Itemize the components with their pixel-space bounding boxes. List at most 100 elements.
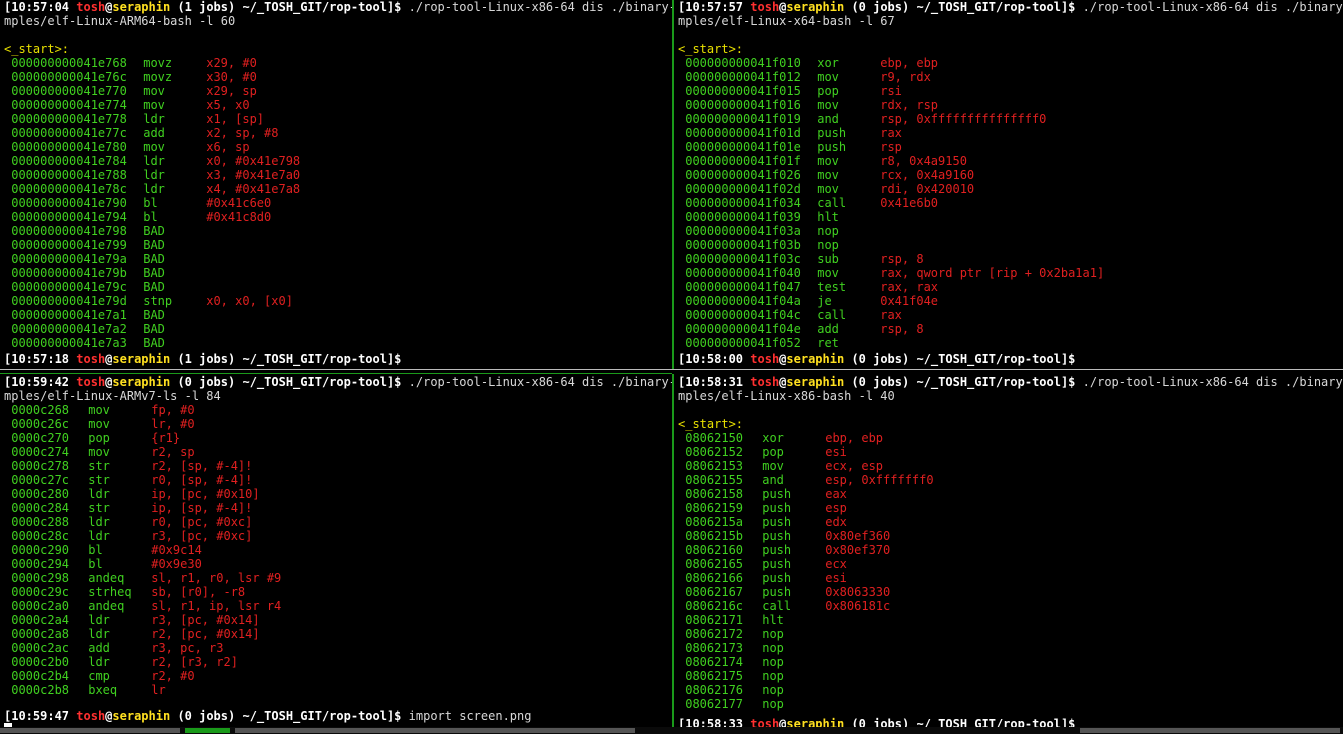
disasm-row: 000000000041e774 mov x5, x0 <box>0 98 672 112</box>
instruction-operands: esi <box>825 445 847 459</box>
instruction-operands: x5, x0 <box>206 98 250 112</box>
instruction-address: 000000000041f04c <box>685 308 801 322</box>
disasm-row: 000000000041f034 call 0x41e6b0 <box>674 196 1343 210</box>
instruction-operands: eax <box>825 487 847 501</box>
instruction-address: 000000000041e79b <box>11 266 127 280</box>
instruction-address: 08062166 <box>685 571 744 585</box>
instruction-mnemonic: hlt <box>762 613 784 627</box>
prompt-jobs: (0 jobs) <box>851 0 910 14</box>
instruction-address: 0806215b <box>685 529 744 543</box>
prompt-user: tosh <box>750 352 780 366</box>
instruction-operands: x0, #0x41e798 <box>206 154 301 168</box>
disasm-row: 0000c284 str ip, [sp, #-4]! <box>0 501 672 515</box>
prompt-host: seraphin <box>786 0 845 14</box>
instruction-operands: r2, [sp, #-4]! <box>151 459 253 473</box>
instruction-mnemonic: nop <box>762 655 784 669</box>
disasm-row: 0000c29c strheq sb, [r0], -r8 <box>0 585 672 599</box>
instruction-mnemonic: nop <box>817 238 839 252</box>
instruction-address: 08062158 <box>685 487 744 501</box>
command-prompt-line[interactable]: [10:57:04 tosh@seraphin (1 jobs) ~/_TOSH… <box>0 0 672 14</box>
instruction-operands: {r1} <box>151 431 181 445</box>
disasm-row: 08062175 nop <box>674 669 1343 683</box>
instruction-operands: lr <box>151 683 166 697</box>
prompt-time: [10:57:57 <box>678 0 744 14</box>
disasm-row: 000000000041f052 ret <box>674 336 1343 350</box>
instruction-mnemonic: bl <box>88 557 103 571</box>
disasm-row: 000000000041e76c movz x30, #0 <box>0 70 672 84</box>
instruction-mnemonic: BAD <box>143 308 165 322</box>
disasm-row: 000000000041f03a nop <box>674 224 1343 238</box>
status-segment <box>1080 728 1340 733</box>
instruction-mnemonic: add <box>143 126 165 140</box>
disasm-row: 000000000041f047 test rax, rax <box>674 280 1343 294</box>
prompt-line[interactable]: [10:58:00 tosh@seraphin (0 jobs) ~/_TOSH… <box>674 352 1343 366</box>
instruction-address: 000000000041e798 <box>11 224 127 238</box>
prompt-time: [10:58:00 <box>678 352 744 366</box>
vertical-pane-divider[interactable] <box>672 0 674 727</box>
prompt-time: [10:59:42 <box>4 375 70 389</box>
instruction-address: 000000000041f03a <box>685 224 801 238</box>
disasm-row: 08062150 xor ebp, ebp <box>674 431 1343 445</box>
instruction-address: 000000000041e79a <box>11 252 127 266</box>
prompt-line[interactable]: [10:59:47 tosh@seraphin (0 jobs) ~/_TOSH… <box>0 709 672 723</box>
disasm-row: 08062167 push 0x8063330 <box>674 585 1343 599</box>
prompt-line[interactable]: [10:58:33 tosh@seraphin (0 jobs) ~/_TOSH… <box>674 717 1343 727</box>
instruction-mnemonic: BAD <box>143 266 165 280</box>
disasm-row: 000000000041f04e add rsp, 8 <box>674 322 1343 336</box>
disasm-row: 0000c2b8 bxeq lr <box>0 683 672 697</box>
instruction-mnemonic: nop <box>762 641 784 655</box>
disasm-row: 000000000041e7a3 BAD <box>0 336 672 350</box>
prompt-host: seraphin <box>786 352 845 366</box>
instruction-address: 000000000041f01f <box>685 154 801 168</box>
instruction-mnemonic: nop <box>762 697 784 711</box>
prompt-time: [10:58:33 <box>678 717 744 727</box>
instruction-address: 000000000041f01d <box>685 126 801 140</box>
command-prompt-line[interactable]: [10:57:57 tosh@seraphin (0 jobs) ~/_TOSH… <box>674 0 1343 14</box>
instruction-address: 000000000041e794 <box>11 210 127 224</box>
disasm-row: 000000000041f04a je 0x41f04e <box>674 294 1343 308</box>
instruction-operands: rsp, 8 <box>880 322 924 336</box>
disasm-row: 08062152 pop esi <box>674 445 1343 459</box>
disasm-row: 000000000041e7a2 BAD <box>0 322 672 336</box>
command-prompt-line[interactable]: [10:58:31 tosh@seraphin (0 jobs) ~/_TOSH… <box>674 375 1343 389</box>
prompt-user: tosh <box>76 375 106 389</box>
prompt-user: tosh <box>750 375 780 389</box>
instruction-mnemonic: push <box>762 529 792 543</box>
instruction-operands: x1, [sp] <box>206 112 265 126</box>
instruction-mnemonic: mov <box>817 154 839 168</box>
instruction-operands: sl, r1, ip, lsr r4 <box>151 599 282 613</box>
instruction-operands: 0x80ef370 <box>825 543 891 557</box>
instruction-address: 000000000041f010 <box>685 56 801 70</box>
terminal-pane-arm64[interactable]: [10:57:04 tosh@seraphin (1 jobs) ~/_TOSH… <box>0 0 672 368</box>
terminal-pane-x64[interactable]: [10:57:57 tosh@seraphin (0 jobs) ~/_TOSH… <box>674 0 1343 368</box>
current-prompt[interactable]: [10:58:33 tosh@seraphin (0 jobs) ~/_TOSH… <box>674 717 1343 727</box>
instruction-address: 08062167 <box>685 585 744 599</box>
disasm-row: 000000000041e79c BAD <box>0 280 672 294</box>
instruction-operands: rax <box>880 308 902 322</box>
instruction-mnemonic: BAD <box>143 252 165 266</box>
instruction-mnemonic: mov <box>143 140 165 154</box>
instruction-mnemonic: push <box>762 557 792 571</box>
instruction-address: 08062174 <box>685 655 744 669</box>
command-prompt-line[interactable]: [10:59:42 tosh@seraphin (0 jobs) ~/_TOSH… <box>0 375 672 389</box>
instruction-address: 0000c2b8 <box>11 683 70 697</box>
instruction-operands: r9, rdx <box>880 70 931 84</box>
instruction-mnemonic: add <box>817 322 839 336</box>
current-prompt[interactable]: [10:59:47 tosh@seraphin (0 jobs) ~/_TOSH… <box>0 709 672 727</box>
terminal-pane-x86[interactable]: [10:58:31 tosh@seraphin (0 jobs) ~/_TOSH… <box>674 375 1343 727</box>
prompt-line[interactable]: [10:57:18 tosh@seraphin (1 jobs) ~/_TOSH… <box>0 352 672 366</box>
instruction-address: 000000000041f034 <box>685 196 801 210</box>
disasm-row: 000000000041f026 mov rcx, 0x4a9160 <box>674 168 1343 182</box>
current-prompt[interactable]: [10:57:18 tosh@seraphin (1 jobs) ~/_TOSH… <box>0 352 672 366</box>
instruction-mnemonic: cmp <box>88 669 110 683</box>
instruction-operands: ebp, ebp <box>825 431 884 445</box>
instruction-address: 08062155 <box>685 473 744 487</box>
terminal-pane-armv7[interactable]: [10:59:42 tosh@seraphin (0 jobs) ~/_TOSH… <box>0 375 672 727</box>
instruction-mnemonic: push <box>762 543 792 557</box>
instruction-address: 0000c2a0 <box>11 599 70 613</box>
instruction-address: 0000c29c <box>11 585 70 599</box>
instruction-mnemonic: bl <box>143 196 158 210</box>
current-prompt[interactable]: [10:58:00 tosh@seraphin (0 jobs) ~/_TOSH… <box>674 352 1343 366</box>
disasm-row: 0806215a push edx <box>674 515 1343 529</box>
